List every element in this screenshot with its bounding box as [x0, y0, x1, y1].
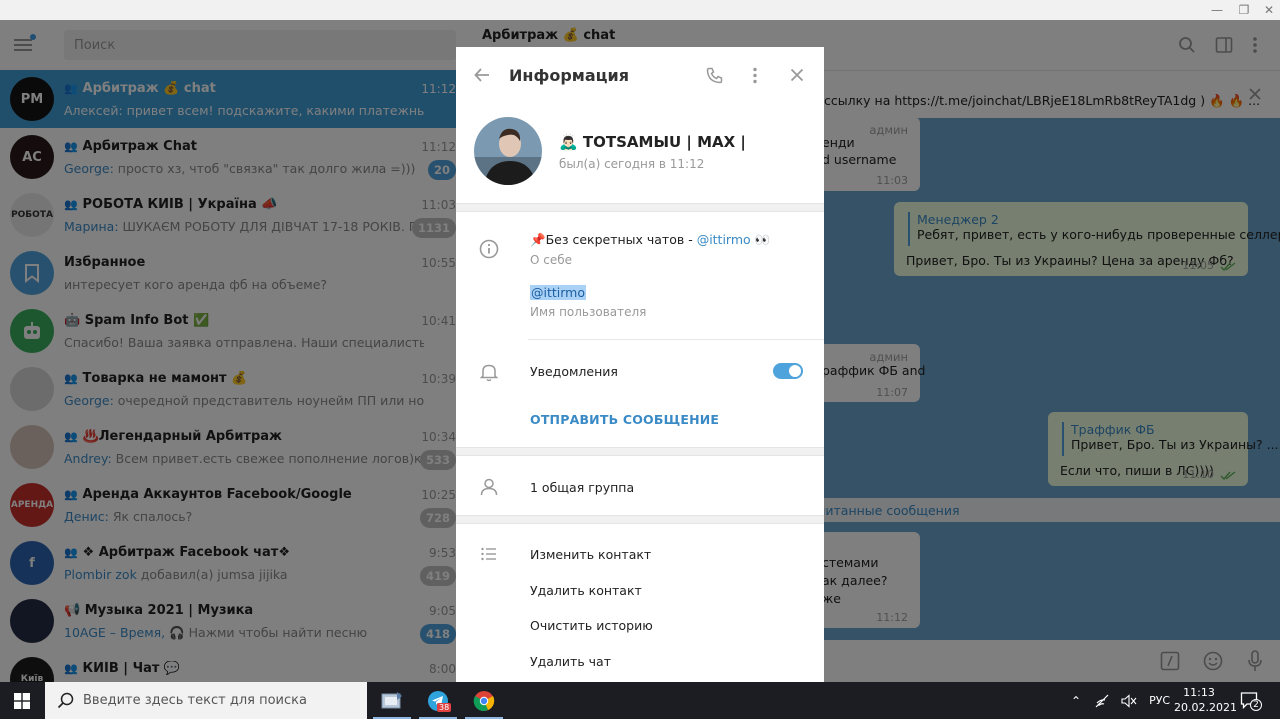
- notifications-label: Уведомления: [530, 364, 618, 379]
- minimize-button[interactable]: —: [1206, 1, 1228, 19]
- bio-text: 📌Без секретных чатов - @ittirmo 👀: [530, 232, 770, 248]
- info-icon: [479, 239, 499, 259]
- back-arrow-icon[interactable]: [474, 68, 490, 82]
- clock-time: 11:13: [1183, 686, 1215, 699]
- window-titlebar: — ❐ ✕: [0, 0, 1280, 20]
- delete-chat-action[interactable]: Удалить чат: [530, 654, 611, 669]
- close-window-button[interactable]: ✕: [1258, 1, 1280, 19]
- taskbar-app-chrome[interactable]: [461, 682, 507, 719]
- profile-photo[interactable]: [474, 117, 542, 185]
- send-message-button[interactable]: ОТПРАВИТЬ СООБЩЕНИЕ: [530, 412, 719, 427]
- start-button[interactable]: [0, 682, 44, 719]
- taskbar-search-placeholder: Введите здесь текст для поиска: [83, 693, 307, 708]
- phone-icon[interactable]: [706, 67, 723, 84]
- taskbar-search-input[interactable]: Введите здесь текст для поиска: [45, 682, 367, 719]
- bell-icon: [479, 364, 499, 382]
- close-icon[interactable]: [790, 68, 804, 82]
- user-icon: [480, 478, 498, 496]
- restore-button[interactable]: ❐: [1233, 1, 1255, 19]
- wifi-icon[interactable]: [1095, 694, 1111, 708]
- volume-muted-icon[interactable]: [1121, 693, 1137, 708]
- edit-contact-action[interactable]: Изменить контакт: [530, 547, 651, 562]
- dialog-header: Информация: [456, 47, 824, 105]
- profile-name: 🙇🏻‍♂️ TOTSAMЫU | MAX |: [559, 133, 746, 151]
- input-language-indicator[interactable]: РУС: [1149, 694, 1170, 707]
- notifications-toggle[interactable]: [773, 363, 803, 379]
- section-separator: [456, 515, 824, 524]
- tray-expand-icon[interactable]: ⌃: [1071, 694, 1081, 708]
- bio-suffix: 👀: [750, 232, 771, 247]
- list-icon: [481, 547, 496, 561]
- clear-history-action[interactable]: Очистить историю: [530, 618, 653, 633]
- username-label: Имя пользователя: [530, 305, 647, 319]
- section-separator: [456, 447, 824, 456]
- last-seen-status: был(а) сегодня в 11:12: [559, 157, 705, 171]
- chrome-icon: [473, 690, 495, 711]
- user-info-dialog: Информация 🙇🏻‍♂️ TOTSAMЫU | MAX | был(а)…: [456, 47, 824, 682]
- windows-taskbar: Введите здесь текст для поиска 38 ⌃ РУС …: [0, 682, 1280, 719]
- telegram-unread-badge: 38: [437, 703, 452, 712]
- system-tray: ⌃ РУС: [1071, 682, 1170, 719]
- divider: [528, 339, 824, 340]
- section-separator: [456, 203, 824, 212]
- taskbar-app-explorer[interactable]: [369, 682, 415, 719]
- username-selected-text: @ittirmo: [530, 285, 586, 300]
- dialog-title: Информация: [509, 66, 629, 85]
- more-options-icon[interactable]: [752, 67, 758, 84]
- notification-count-badge: 2: [1250, 699, 1262, 711]
- windows-logo-icon: [14, 692, 30, 709]
- screenshot-app-icon: [381, 691, 402, 708]
- bio-username-link[interactable]: @ittirmo: [697, 232, 751, 247]
- delete-contact-action[interactable]: Удалить контакт: [530, 583, 642, 598]
- username-value[interactable]: @ittirmo: [530, 285, 586, 300]
- clock-date: 20.02.2021: [1174, 701, 1237, 714]
- system-clock[interactable]: 11:13 20.02.2021: [1174, 685, 1237, 715]
- bio-label: О себе: [530, 253, 573, 267]
- bio-prefix: 📌Без секретных чатов -: [530, 232, 697, 247]
- search-icon: [57, 692, 74, 709]
- common-groups-item[interactable]: 1 общая группа: [530, 480, 634, 495]
- action-center-button[interactable]: 2: [1240, 691, 1262, 713]
- taskbar-app-telegram[interactable]: 38: [415, 682, 461, 719]
